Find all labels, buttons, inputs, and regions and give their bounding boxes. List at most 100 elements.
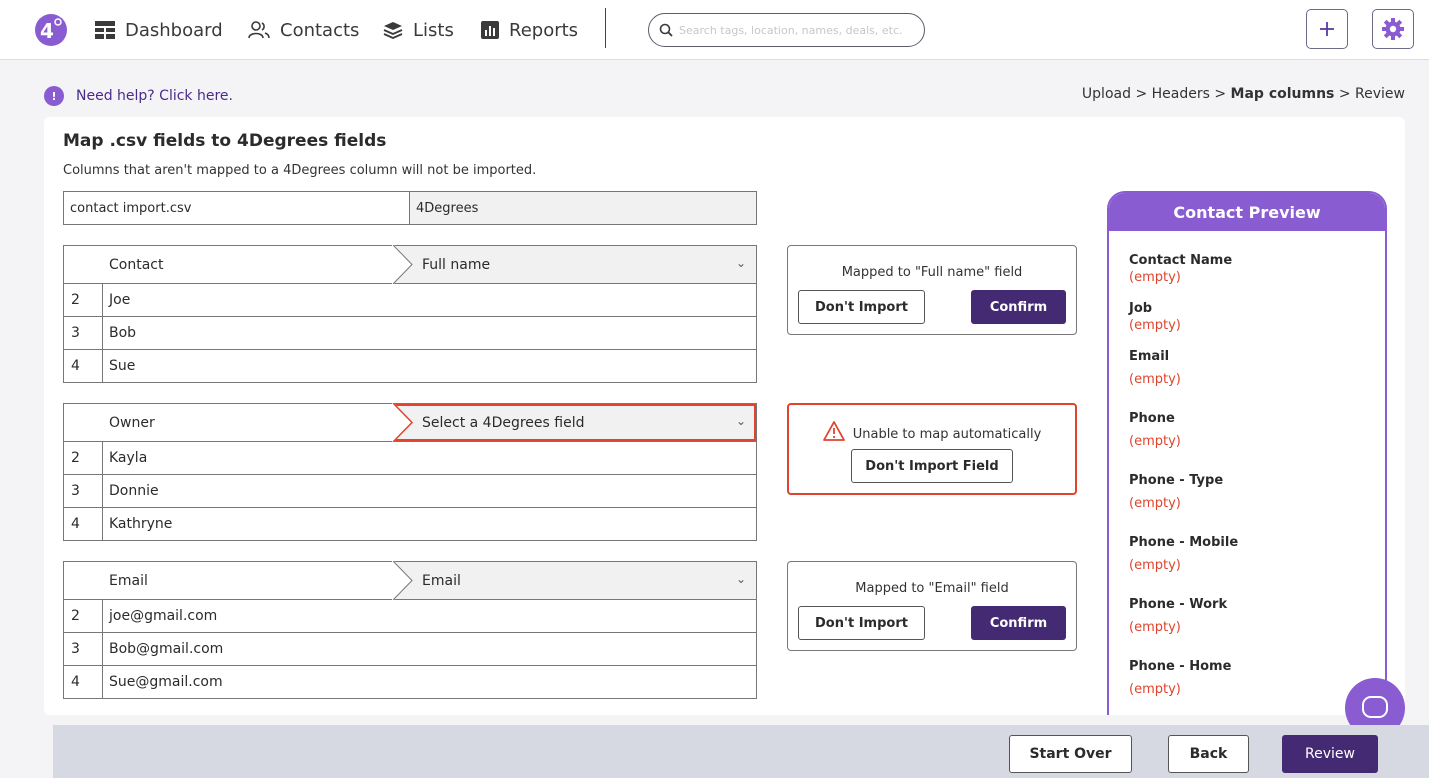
row-value: Donnie <box>109 483 159 499</box>
mapping-status-contact: Mapped to "Full name" field Don't Import… <box>787 245 1077 335</box>
confirm-button[interactable]: Confirm <box>971 606 1066 640</box>
preview-field-label: Phone - Home <box>1129 659 1232 674</box>
back-button[interactable]: Back <box>1168 735 1249 773</box>
target-field-select[interactable]: Email ⌄ <box>394 562 756 599</box>
lists-icon <box>383 22 403 39</box>
row-number: 2 <box>64 442 103 474</box>
page-subtitle: Columns that aren't mapped to a 4Degrees… <box>63 163 537 178</box>
settings-button[interactable] <box>1372 9 1414 49</box>
preview-field-value: (empty) <box>1129 318 1181 333</box>
row-number: 3 <box>64 317 103 349</box>
preview-field-label: Phone - Mobile <box>1129 535 1239 550</box>
contacts-icon <box>248 21 270 39</box>
status-message-text: Unable to map automatically <box>852 427 1042 442</box>
preview-field-label: Email <box>1129 349 1170 364</box>
csv-file-header: contact import.csv <box>64 192 410 224</box>
preview-field-label: Job <box>1129 301 1153 316</box>
row-value: Sue <box>109 358 136 374</box>
preview-field-value: (empty) <box>1129 620 1181 635</box>
help-label: Need help? Click here. <box>76 88 233 104</box>
footer-bar: Start Over Back Review <box>53 725 1429 778</box>
preview-field: Phone - Mobile (empty) <box>1129 535 1385 573</box>
target-field-value: Email <box>422 572 461 589</box>
start-over-button[interactable]: Start Over <box>1009 735 1132 773</box>
search-icon <box>659 23 673 37</box>
source-column-name: Email <box>109 573 148 589</box>
row-value: Kathryne <box>109 516 173 532</box>
search-input[interactable] <box>679 23 909 37</box>
dashboard-icon <box>95 21 115 39</box>
dont-import-button[interactable]: Don't Import <box>798 606 925 640</box>
arrow-separator-icon <box>392 245 413 284</box>
mapping-header: Email Email ⌄ <box>63 561 757 600</box>
row-value: Bob@gmail.com <box>109 641 224 657</box>
breadcrumb-review: Review <box>1355 86 1405 102</box>
source-column-name: Owner <box>109 415 155 431</box>
dont-import-field-button[interactable]: Don't Import Field <box>851 449 1013 483</box>
nav-contacts-label: Contacts <box>280 19 360 41</box>
row-value: Bob <box>109 325 137 341</box>
page-title: Map .csv fields to 4Degrees fields <box>63 131 387 151</box>
preview-field-value: (empty) <box>1129 270 1181 285</box>
plus-icon <box>1320 22 1334 36</box>
table-row: 4 Kathryne <box>63 508 757 541</box>
preview-field-label: Contact Name <box>1129 253 1233 268</box>
warning-icon <box>822 421 845 441</box>
row-number: 4 <box>64 666 103 698</box>
nav-lists[interactable]: Lists <box>383 18 454 42</box>
top-nav: 4 Dashboard Contacts Lists Reports Searc… <box>0 0 1429 60</box>
preview-field: Job (empty) <box>1129 301 1385 333</box>
preview-field-value: (empty) <box>1129 434 1181 449</box>
table-row: 4 Sue <box>63 350 757 383</box>
target-field-select[interactable]: Select a 4Degrees field ⌄ <box>394 404 756 441</box>
breadcrumb-sep: > <box>1214 86 1227 102</box>
4degrees-logo[interactable]: 4 <box>33 12 67 48</box>
preview-field: Phone - Home (empty) <box>1129 659 1385 697</box>
preview-field-value: (empty) <box>1129 496 1181 511</box>
preview-field-label: Phone - Type <box>1129 473 1224 488</box>
row-value: Sue@gmail.com <box>109 674 223 690</box>
contact-preview-title: Contact Preview <box>1109 193 1385 231</box>
row-value: joe@gmail.com <box>109 608 218 624</box>
target-field-select[interactable]: Full name ⌄ <box>394 246 756 283</box>
mapping-email: Email Email ⌄ 2 joe@gmail.com 3 Bob@gmail.… <box>63 561 757 699</box>
row-number: 2 <box>64 600 103 632</box>
target-field-value: Full name <box>422 256 491 273</box>
nav-dashboard-label: Dashboard <box>125 19 223 41</box>
nav-dashboard[interactable]: Dashboard <box>95 18 223 42</box>
nav-contacts[interactable]: Contacts <box>248 18 359 42</box>
search-box[interactable] <box>648 13 925 47</box>
table-row: 4 Sue@gmail.com <box>63 666 757 699</box>
table-row: 3 Bob <box>63 317 757 350</box>
chevron-down-icon: ⌄ <box>735 414 746 428</box>
row-number: 4 <box>64 350 103 382</box>
nav-divider <box>605 8 606 48</box>
breadcrumb-sep: > <box>1135 86 1148 102</box>
chevron-down-icon: ⌄ <box>735 572 746 586</box>
svg-text:4: 4 <box>40 19 54 43</box>
status-message: Mapped to "Full name" field <box>841 265 1023 280</box>
breadcrumb-upload: Upload <box>1081 86 1131 102</box>
row-number: 4 <box>64 508 103 540</box>
nav-reports[interactable]: Reports <box>481 18 578 42</box>
nav-reports-label: Reports <box>509 19 579 41</box>
status-message: Mapped to "Email" field <box>855 581 1009 596</box>
dont-import-button[interactable]: Don't Import <box>798 290 925 324</box>
chat-bubble-icon <box>1362 696 1388 718</box>
preview-field-value: (empty) <box>1129 372 1181 387</box>
contact-preview-panel[interactable]: Contact Preview Contact Name (empty) Job (… <box>1107 191 1387 715</box>
mapping-status-owner: Unable to map automatically Don't Import… <box>787 403 1077 495</box>
mapping-card: Map .csv fields to 4Degrees fields Colum… <box>44 117 1405 715</box>
preview-field-list: Contact Name (empty) Job (empty) Email (emp… <box>1109 231 1385 697</box>
preview-field: Phone - Type (empty) <box>1129 473 1385 511</box>
help-link[interactable]: ! Need help? Click here. <box>44 86 233 106</box>
add-button[interactable] <box>1306 9 1348 49</box>
review-button[interactable]: Review <box>1282 735 1378 773</box>
breadcrumb-headers: Headers <box>1151 86 1210 102</box>
target-field-value: Select a 4Degrees field <box>422 414 585 431</box>
preview-field-value: (empty) <box>1129 558 1181 573</box>
table-row: 2 Joe <box>63 284 757 317</box>
confirm-button[interactable]: Confirm <box>971 290 1066 324</box>
mapping-header: Owner Select a 4Degrees field ⌄ <box>63 403 757 442</box>
row-number: 2 <box>64 284 103 316</box>
